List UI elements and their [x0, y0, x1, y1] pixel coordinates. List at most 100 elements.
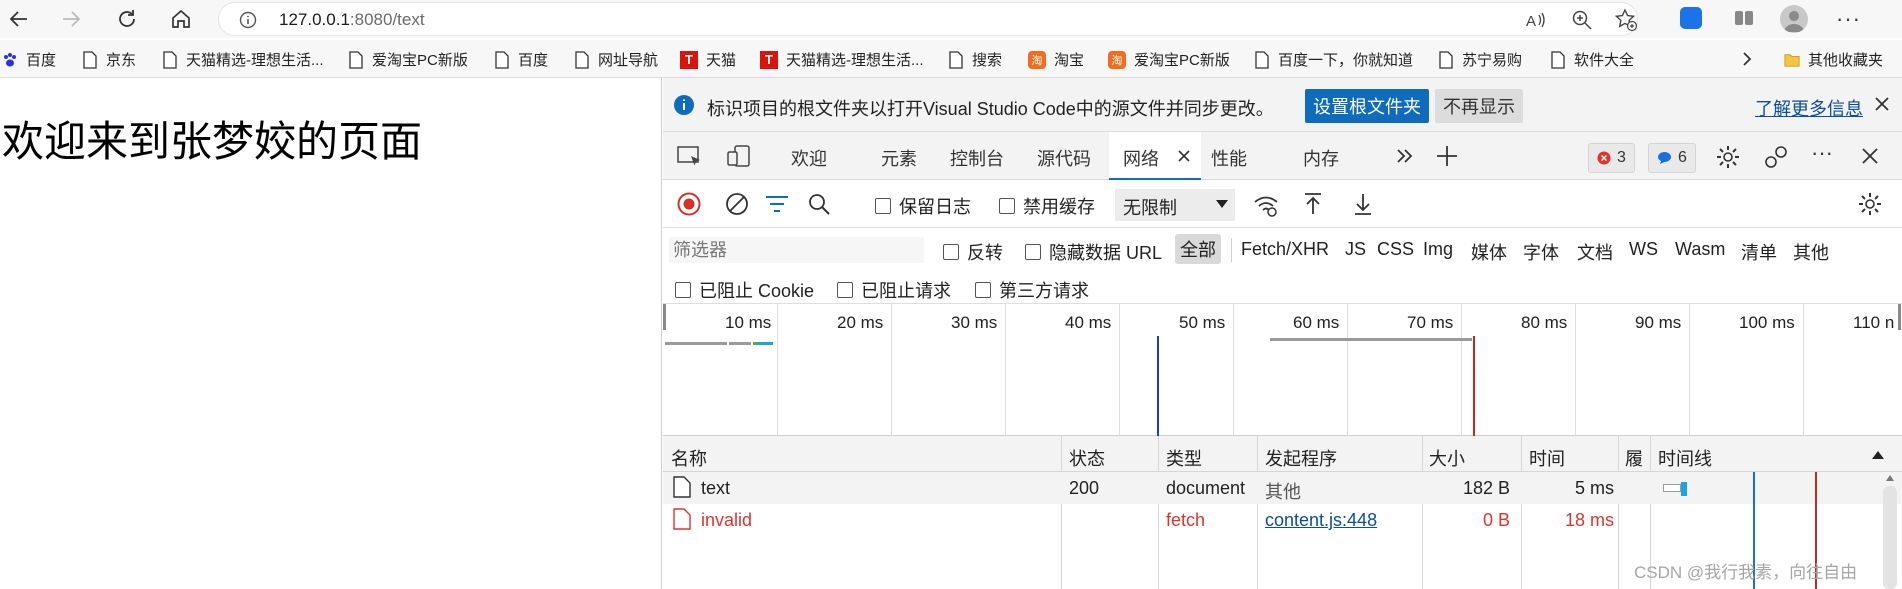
- extension-icon[interactable]: [1680, 7, 1702, 29]
- bookmark-item[interactable]: 苏宁易购: [1438, 49, 1522, 70]
- tab-performance[interactable]: 性能: [1211, 145, 1247, 171]
- record-icon[interactable]: [677, 192, 701, 216]
- address-bar[interactable]: 127.0.0.1:8080/text A: [218, 2, 1638, 36]
- add-tab-icon[interactable]: [1436, 145, 1458, 167]
- initiator-link[interactable]: content.js:448: [1265, 510, 1377, 531]
- tab-network[interactable]: 网络: [1109, 132, 1201, 180]
- filter-type-ws[interactable]: WS: [1629, 239, 1658, 260]
- filter-type-css[interactable]: CSS: [1377, 239, 1414, 260]
- zoom-icon[interactable]: [1571, 9, 1593, 31]
- more-tabs-icon[interactable]: [1395, 146, 1415, 166]
- invert-checkbox[interactable]: 反转: [943, 239, 1003, 265]
- refresh-icon[interactable]: [112, 4, 142, 34]
- scroll-up-icon[interactable]: [1885, 474, 1895, 482]
- table-row[interactable]: invalid fetch content.js:448 0 B 18 ms: [663, 504, 1902, 536]
- bookmark-item[interactable]: 京东: [82, 49, 136, 70]
- bookmark-item[interactable]: 淘 淘宝: [1028, 49, 1084, 70]
- tab-console[interactable]: 控制台: [950, 145, 1004, 171]
- avatar[interactable]: [1780, 5, 1808, 33]
- checkbox[interactable]: [837, 282, 853, 298]
- bookmark-item[interactable]: 天猫精选-理想生活...: [162, 49, 324, 70]
- filter-type-wasm[interactable]: Wasm: [1675, 239, 1725, 260]
- timeline-handle[interactable]: [663, 304, 666, 330]
- error-count-badge[interactable]: 3: [1588, 143, 1635, 173]
- bookmark-item[interactable]: 搜索: [948, 49, 1002, 70]
- checkbox[interactable]: [875, 198, 891, 214]
- network-settings-icon[interactable]: [1857, 191, 1883, 217]
- filter-type-all[interactable]: 全部: [1175, 234, 1221, 264]
- column-initiator[interactable]: 发起程序: [1265, 445, 1337, 471]
- disable-cache-checkbox[interactable]: 禁用缓存: [999, 193, 1095, 219]
- overview-timeline[interactable]: 10 ms 20 ms 30 ms 40 ms 50 ms 60 ms 70 m…: [663, 304, 1902, 436]
- bookmark-item[interactable]: 百度: [494, 49, 548, 70]
- other-favorites[interactable]: 其他收藏夹: [1784, 49, 1883, 70]
- search-icon[interactable]: [807, 192, 831, 216]
- column-type[interactable]: 类型: [1166, 445, 1202, 471]
- bookmark-item[interactable]: 爱淘宝PC新版: [348, 49, 468, 70]
- forward-icon[interactable]: [56, 4, 86, 34]
- filter-type-media[interactable]: 媒体: [1471, 239, 1507, 265]
- export-har-icon[interactable]: [1353, 192, 1373, 216]
- device-emulation-icon[interactable]: [727, 144, 753, 168]
- site-info-icon[interactable]: [239, 11, 257, 29]
- clear-icon[interactable]: [725, 192, 749, 216]
- read-aloud-icon[interactable]: A: [1525, 9, 1547, 31]
- bookmark-item[interactable]: 淘 爱淘宝PC新版: [1108, 49, 1230, 70]
- bookmark-item[interactable]: T 天猫精选-理想生活...: [760, 49, 924, 70]
- filter-type-font[interactable]: 字体: [1523, 239, 1559, 265]
- checkbox[interactable]: [675, 282, 691, 298]
- collections-icon[interactable]: [1733, 7, 1755, 29]
- close-devtools-icon[interactable]: [1861, 147, 1879, 165]
- message-count-badge[interactable]: 6: [1648, 143, 1696, 173]
- add-favorite-icon[interactable]: [1614, 8, 1638, 32]
- blocked-requests-checkbox[interactable]: 已阻止请求: [837, 277, 951, 303]
- preserve-log-checkbox[interactable]: 保留日志: [875, 193, 971, 219]
- import-har-icon[interactable]: [1303, 192, 1323, 216]
- gear-icon[interactable]: [1715, 144, 1741, 170]
- filter-icon[interactable]: [765, 194, 789, 214]
- hide-data-urls-checkbox[interactable]: 隐藏数据 URL: [1025, 239, 1162, 265]
- column-time[interactable]: 时间: [1529, 445, 1565, 471]
- more-menu-icon[interactable]: ···: [1836, 6, 1861, 32]
- checkbox[interactable]: [1025, 244, 1041, 260]
- filter-input[interactable]: [669, 237, 924, 263]
- close-tab-icon[interactable]: [1177, 149, 1191, 163]
- timeline-handle[interactable]: [1898, 304, 1901, 330]
- close-icon[interactable]: [1873, 95, 1891, 113]
- blocked-cookies-checkbox[interactable]: 已阻止 Cookie: [675, 277, 814, 303]
- bookmark-item[interactable]: T 天猫: [680, 49, 736, 70]
- filter-type-other[interactable]: 其他: [1793, 239, 1829, 265]
- customize-icon[interactable]: [1763, 144, 1789, 170]
- chevron-right-icon[interactable]: [1740, 50, 1754, 68]
- checkbox[interactable]: [943, 244, 959, 260]
- sort-up-icon[interactable]: [1871, 450, 1885, 460]
- dont-show-again-button[interactable]: 不再显示: [1435, 89, 1523, 123]
- inspect-element-icon[interactable]: [677, 144, 703, 168]
- bookmark-item[interactable]: 百度一下，你就知道: [1254, 49, 1413, 70]
- bookmark-item[interactable]: 百度: [2, 49, 56, 70]
- set-root-folder-button[interactable]: 设置根文件夹: [1305, 89, 1429, 123]
- tab-welcome[interactable]: 欢迎: [791, 145, 827, 171]
- checkbox[interactable]: [999, 198, 1015, 214]
- filter-type-manifest[interactable]: 清单: [1741, 239, 1777, 265]
- home-icon[interactable]: [166, 4, 196, 34]
- table-row[interactable]: text 200 document 其他 182 B 5 ms: [663, 472, 1902, 504]
- column-status[interactable]: 状态: [1069, 445, 1105, 471]
- tab-memory[interactable]: 内存: [1303, 145, 1339, 171]
- column-name[interactable]: 名称: [671, 445, 707, 471]
- learn-more-link[interactable]: 了解更多信息: [1755, 95, 1863, 121]
- filter-type-fetch-xhr[interactable]: Fetch/XHR: [1241, 239, 1329, 260]
- checkbox[interactable]: [975, 282, 991, 298]
- bookmark-item[interactable]: 软件大全: [1550, 49, 1634, 70]
- back-icon[interactable]: [4, 4, 34, 34]
- network-conditions-icon[interactable]: [1253, 192, 1279, 218]
- scrollbar[interactable]: [1883, 486, 1897, 589]
- column-size[interactable]: 大小: [1429, 445, 1465, 471]
- tab-elements[interactable]: 元素: [881, 145, 917, 171]
- filter-type-img[interactable]: Img: [1423, 239, 1453, 260]
- column-fulfilled[interactable]: 履: [1625, 445, 1643, 471]
- third-party-checkbox[interactable]: 第三方请求: [975, 277, 1089, 303]
- tab-sources[interactable]: 源代码: [1037, 145, 1091, 171]
- filter-type-doc[interactable]: 文档: [1577, 239, 1613, 265]
- column-waterfall[interactable]: 时间线: [1658, 445, 1712, 471]
